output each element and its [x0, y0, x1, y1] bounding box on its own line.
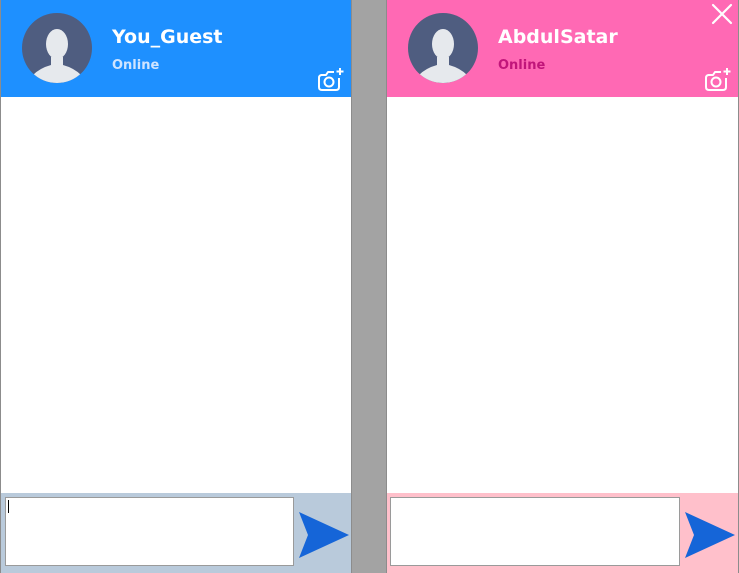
right-message-input[interactable]	[390, 497, 680, 566]
left-message-area	[1, 97, 351, 493]
right-user-name: AbdulSatar	[498, 26, 618, 48]
right-message-area	[387, 97, 738, 493]
chat-app: You_Guest Online AbdulSatar Online	[0, 0, 739, 573]
left-user-status: Online	[112, 58, 160, 73]
close-icon[interactable]	[711, 3, 733, 25]
right-chat-footer	[387, 493, 738, 573]
left-send-button[interactable]	[298, 508, 350, 560]
right-chat-window: AbdulSatar Online	[386, 0, 739, 573]
add-camera-icon[interactable]	[317, 66, 345, 92]
left-chat-footer	[1, 493, 351, 573]
text-cursor	[8, 500, 9, 513]
right-user-status: Online	[498, 58, 546, 73]
user-avatar-icon	[408, 13, 478, 83]
user-avatar-icon	[22, 13, 92, 83]
left-user-name: You_Guest	[112, 26, 223, 48]
right-send-button[interactable]	[684, 508, 736, 560]
left-chat-header: You_Guest Online	[1, 0, 351, 97]
left-message-input[interactable]	[5, 497, 294, 566]
left-chat-window: You_Guest Online	[0, 0, 352, 573]
add-camera-icon[interactable]	[704, 66, 732, 92]
right-chat-header: AbdulSatar Online	[387, 0, 738, 97]
send-arrow-icon	[685, 512, 735, 558]
send-arrow-icon	[299, 512, 349, 558]
